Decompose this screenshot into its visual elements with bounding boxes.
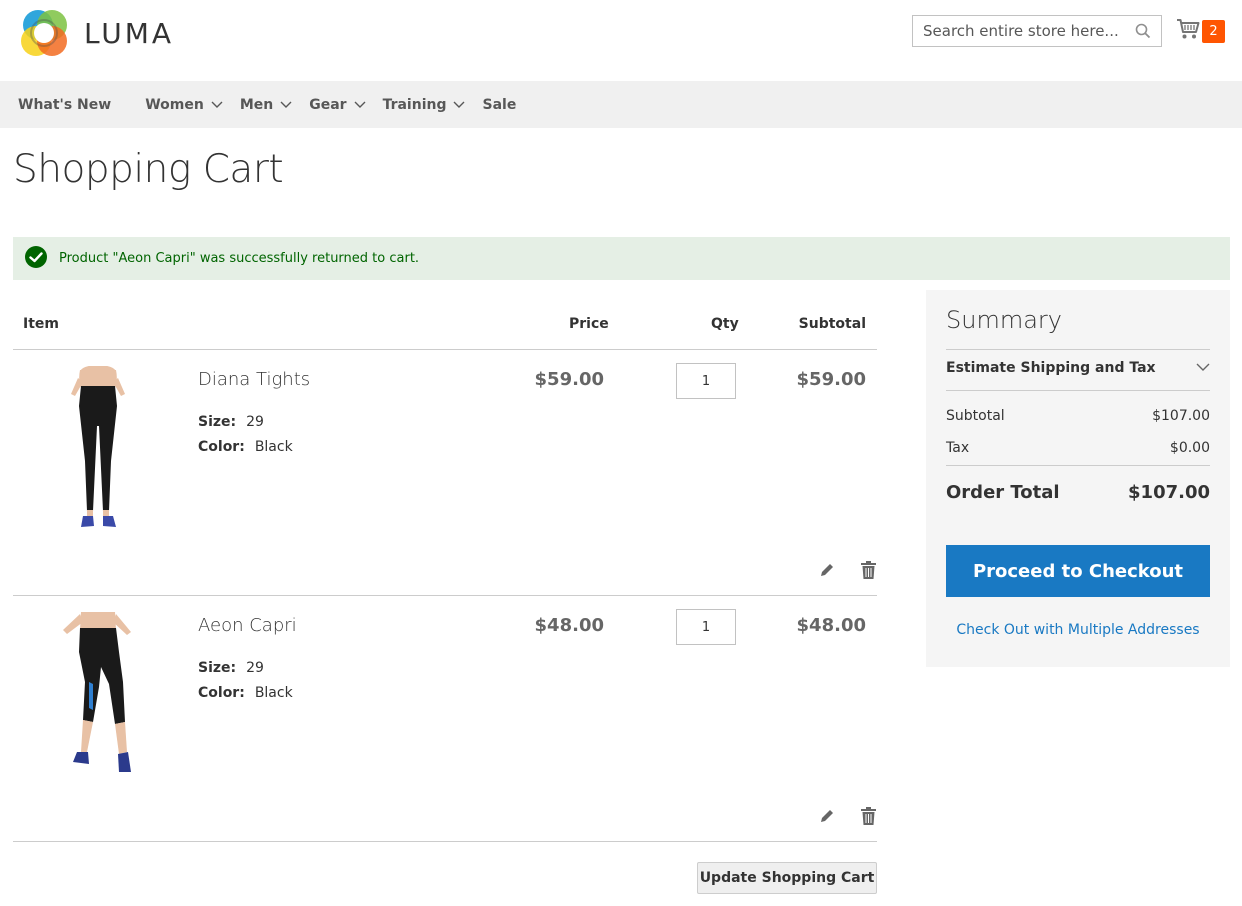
edit-pencil-icon[interactable] [817,560,837,580]
summary-title: Summary [946,306,1062,334]
product-option-size: Size: 29 [198,660,264,676]
nav-label: Women [145,96,204,113]
chevron-down-icon [280,97,292,113]
search-icon[interactable] [1128,16,1158,46]
message-text: Product "Aeon Capri" was successfully re… [59,251,420,266]
option-value: 29 [246,660,264,676]
nav-label: Training [382,96,447,113]
option-value: Black [254,439,293,455]
nav-label: Sale [482,96,517,113]
success-message: Product "Aeon Capri" was successfully re… [13,237,1230,280]
cart-summary: Summary Estimate Shipping and Tax Subtot… [926,290,1230,667]
nav-item-whats-new[interactable]: What's New [18,97,111,113]
item-price: $48.00 [534,615,604,636]
update-cart-button[interactable]: Update Shopping Cart [697,862,877,894]
chevron-down-icon [211,97,223,113]
product-option-color: Color: Black [198,685,293,701]
nav-item-sale[interactable]: Sale [482,97,516,113]
search-input[interactable] [913,16,1128,46]
subtotal-value: $107.00 [1152,408,1210,424]
cart-item-row: Diana Tights Size: 29 Color: Black $59.00 … [13,350,877,596]
summary-tax-row: Tax $0.00 [946,440,1210,456]
minicart[interactable]: 2 [1176,18,1225,44]
luma-logo-icon [21,10,67,56]
product-option-color: Color: Black [198,439,293,455]
nav-label: Gear [309,96,347,113]
option-value: Black [254,685,293,701]
estimate-shipping-toggle[interactable]: Estimate Shipping and Tax [946,360,1210,376]
divider [946,390,1210,391]
chevron-down-icon [453,97,465,113]
column-header-qty: Qty [711,316,739,332]
qty-input[interactable] [676,609,736,645]
multishipping-link[interactable]: Check Out with Multiple Addresses [926,622,1230,638]
divider [946,465,1210,466]
option-label: Size: [198,414,237,430]
nav-item-gear[interactable]: Gear [309,96,366,113]
estimate-label: Estimate Shipping and Tax [946,360,1156,376]
store-logo[interactable]: LUMA [18,7,174,59]
divider [946,349,1210,350]
subtotal-label: Subtotal [946,408,1005,424]
trash-icon[interactable] [858,560,878,580]
order-total-value: $107.00 [1128,482,1210,503]
item-subtotal: $48.00 [796,615,866,636]
product-name-link[interactable]: Diana Tights [198,369,310,390]
item-subtotal: $59.00 [796,369,866,390]
cart-count-badge[interactable]: 2 [1202,19,1225,43]
chevron-down-icon [1196,360,1210,376]
nav-item-training[interactable]: Training [383,97,466,113]
option-label: Color: [198,685,245,701]
chevron-down-icon [354,97,366,113]
cart-icon[interactable] [1176,18,1200,44]
nav-item-women[interactable]: Women [145,97,223,113]
option-label: Color: [198,439,245,455]
product-name-link[interactable]: Aeon Capri [198,615,297,636]
product-option-size: Size: 29 [198,414,264,430]
column-header-item: Item [23,316,59,332]
order-total-label: Order Total [946,482,1060,503]
tax-value: $0.00 [1169,440,1210,456]
order-total-row: Order Total $107.00 [946,482,1210,503]
column-header-subtotal: Subtotal [798,316,866,332]
proceed-to-checkout-button[interactable]: Proceed to Checkout [946,545,1210,597]
trash-icon[interactable] [858,806,878,826]
summary-subtotal-row: Subtotal $107.00 [946,408,1210,424]
nav-label: Men [239,96,274,113]
product-image-diana-tights[interactable] [53,365,143,536]
tax-label: Tax [946,440,970,456]
item-price: $59.00 [534,369,604,390]
option-label: Size: [198,660,237,676]
option-value: 29 [246,414,264,430]
nav-item-men[interactable]: Men [240,97,292,113]
column-header-price: Price [569,316,609,332]
qty-input[interactable] [676,363,736,399]
main-navigation: What's New Women Men Gear Training Sale [0,81,1242,128]
page-title: Shopping Cart [13,147,284,192]
edit-pencil-icon[interactable] [817,806,837,826]
nav-label: What's New [18,96,112,113]
product-image-aeon-capri[interactable] [53,612,143,782]
check-circle-icon [25,245,47,272]
logo-text: LUMA [84,16,175,50]
search-box [912,15,1162,47]
cart-item-row: Aeon Capri Size: 29 Color: Black $48.00 $4… [13,596,877,842]
